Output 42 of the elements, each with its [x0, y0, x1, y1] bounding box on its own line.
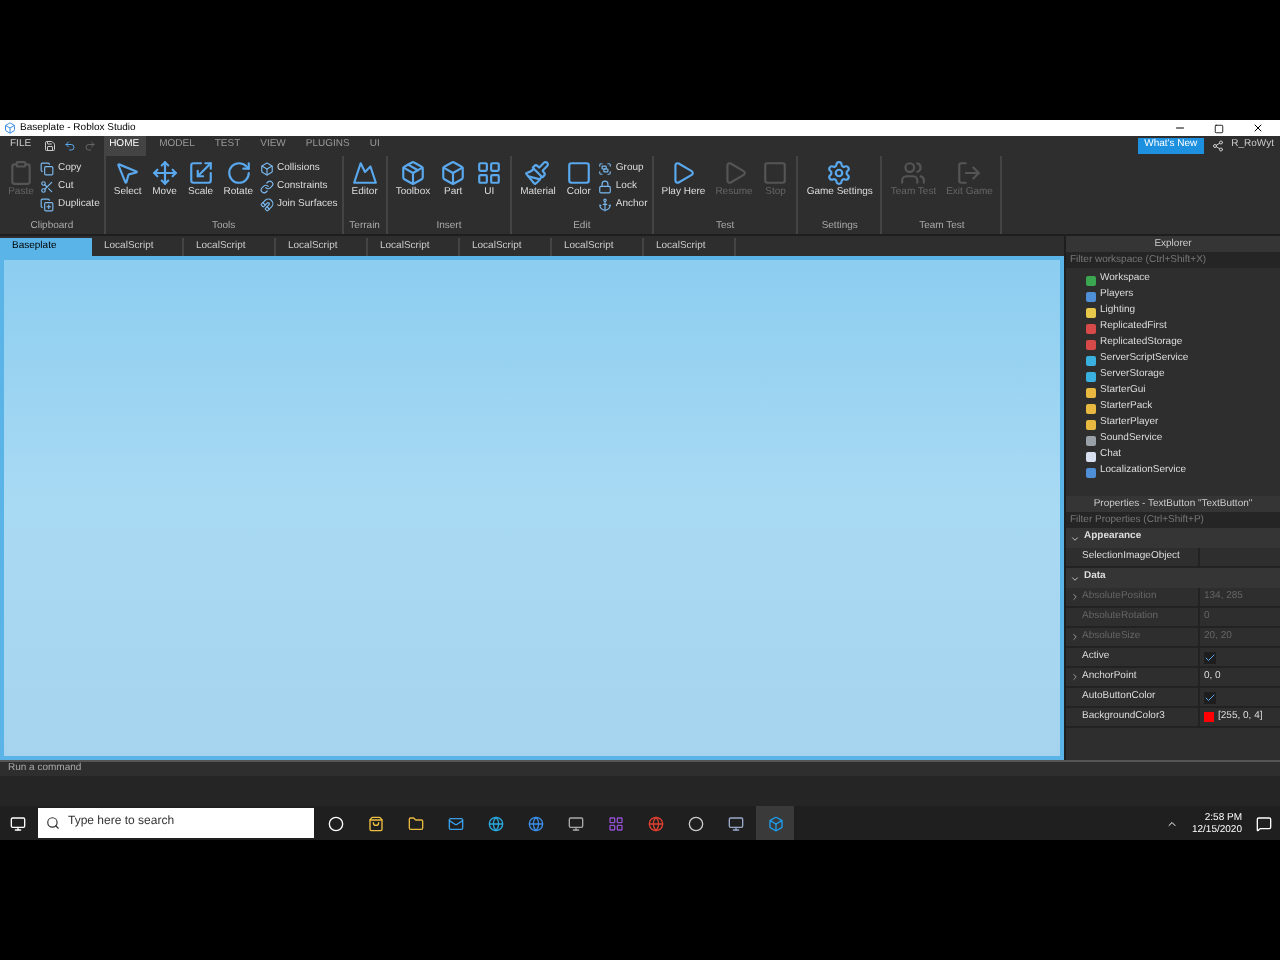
grid-icon	[476, 160, 503, 186]
close-icon[interactable]	[1252, 122, 1264, 134]
play-icon	[670, 160, 697, 186]
expand-icon[interactable]	[1069, 672, 1079, 682]
studio-icon[interactable]	[756, 806, 794, 840]
save-icon[interactable]	[43, 140, 56, 152]
undo-icon[interactable]	[63, 140, 76, 152]
square-icon	[565, 160, 592, 186]
collapse-chevron-icon	[1070, 573, 1080, 583]
scissors-icon	[40, 179, 54, 193]
cube-icon	[440, 160, 467, 186]
maximize-icon[interactable]	[1214, 123, 1224, 133]
copy-icon	[40, 161, 54, 175]
collapse-chevron-icon	[1070, 533, 1080, 543]
notifications-icon[interactable]	[1256, 815, 1272, 831]
scale-icon	[187, 160, 214, 186]
exit-icon	[956, 160, 983, 186]
anchor-icon	[597, 197, 612, 211]
checkbox[interactable]	[1204, 691, 1216, 703]
search-icon	[46, 816, 60, 830]
clipboard-icon	[8, 160, 34, 186]
link-icon	[259, 179, 273, 193]
rotate-icon	[225, 160, 252, 186]
share-icon[interactable]	[1211, 140, 1224, 152]
stop-icon	[762, 160, 789, 186]
brush-icon	[524, 160, 551, 186]
checkbox[interactable]	[1204, 651, 1216, 663]
lock-icon	[597, 179, 612, 193]
cursor-icon	[114, 160, 141, 186]
duplicate-icon	[40, 197, 54, 211]
redo-icon[interactable]	[83, 140, 96, 152]
people-icon	[900, 160, 927, 186]
package-icon	[399, 160, 426, 186]
app-logo-icon	[4, 122, 16, 134]
magnet-icon	[259, 197, 273, 211]
settings-icon	[826, 160, 853, 186]
mountain-icon	[351, 160, 378, 186]
group-icon	[597, 161, 612, 175]
move-arrows-icon	[151, 160, 178, 186]
play-icon	[721, 160, 747, 186]
minimize-icon[interactable]	[1174, 122, 1186, 134]
cube-icon	[259, 161, 273, 175]
